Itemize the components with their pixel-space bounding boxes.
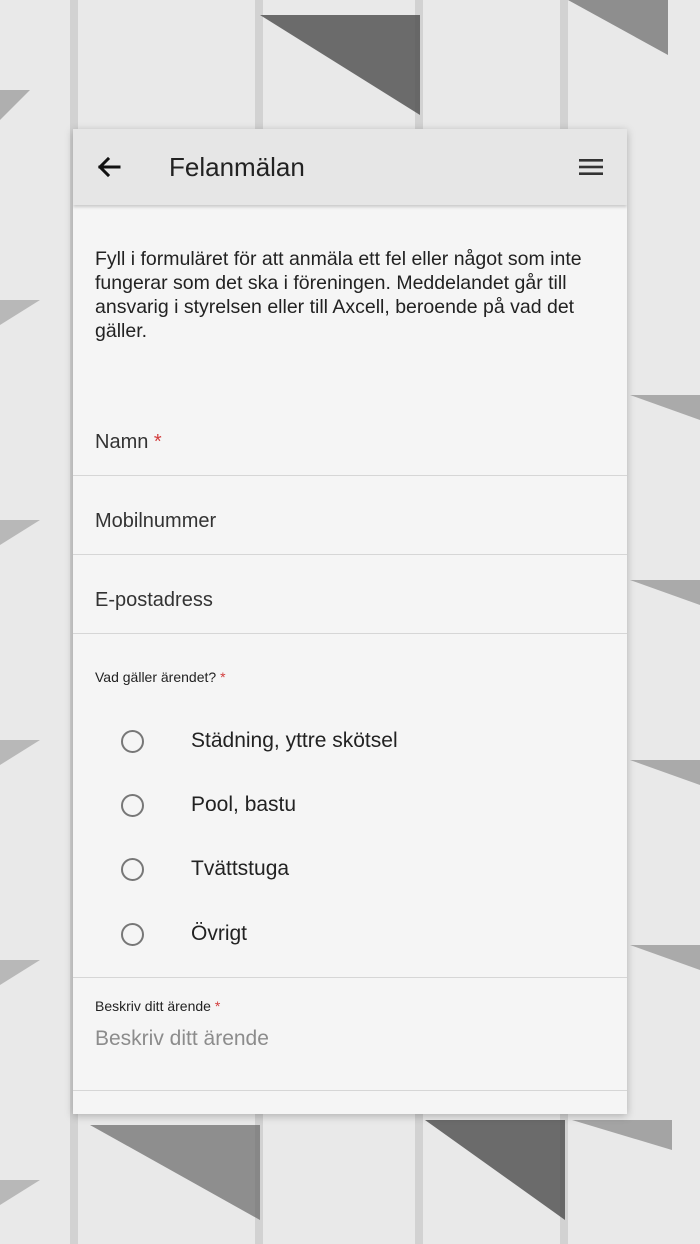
radio-option-cleaning[interactable]: Städning, yttre skötsel <box>119 723 539 763</box>
app-bar: Felanmälan <box>73 129 627 205</box>
background-shadow <box>630 580 700 605</box>
hamburger-menu-icon <box>579 159 603 175</box>
email-input[interactable] <box>73 555 627 633</box>
background-shadow <box>425 1120 565 1220</box>
menu-button[interactable] <box>575 151 607 183</box>
description-textarea[interactable]: Beskriv ditt ärende <box>95 1027 605 1067</box>
radio-circle-icon[interactable] <box>121 858 144 881</box>
page-title: Felanmälan <box>169 152 305 182</box>
background-shadow <box>0 300 40 325</box>
radio-circle-icon[interactable] <box>121 794 144 817</box>
radio-option-laundry[interactable]: Tvättstuga <box>119 851 539 891</box>
radio-label: Tvättstuga <box>191 857 290 880</box>
name-input[interactable] <box>73 397 627 475</box>
back-button[interactable] <box>91 149 127 185</box>
error-report-card: Felanmälan Fyll i formuläret för att anm… <box>73 129 627 1114</box>
description-label: Beskriv ditt ärende * <box>95 998 221 1014</box>
background-shadow <box>0 740 40 765</box>
radio-option-other[interactable]: Övrigt <box>119 916 539 956</box>
background-shadow <box>0 1180 40 1205</box>
background-shadow <box>0 960 40 985</box>
background-shadow <box>630 760 700 785</box>
arrow-left-icon <box>97 156 121 178</box>
radio-circle-icon[interactable] <box>121 730 144 753</box>
background-shadow <box>572 1120 672 1150</box>
phone-field[interactable]: Mobilnummer <box>73 476 627 555</box>
name-field[interactable]: Namn * <box>73 397 627 476</box>
radio-option-pool[interactable]: Pool, bastu <box>119 787 539 827</box>
email-field[interactable]: E-postadress <box>73 555 627 634</box>
radio-label: Övrigt <box>191 922 248 945</box>
background-shadow <box>568 0 668 55</box>
background-shadow <box>0 520 40 545</box>
radio-circle-icon[interactable] <box>121 923 144 946</box>
radio-label: Städning, yttre skötsel <box>191 729 398 752</box>
background-shadow <box>260 15 420 115</box>
required-marker: * <box>220 669 226 685</box>
background-shadow <box>0 90 30 120</box>
background-shadow <box>90 1125 260 1220</box>
background-shadow <box>630 395 700 420</box>
radio-label: Pool, bastu <box>191 793 297 816</box>
divider <box>73 977 627 978</box>
divider <box>73 1090 627 1091</box>
phone-input[interactable] <box>73 476 627 554</box>
category-label: Vad gäller ärendet? * <box>95 669 226 685</box>
background-shadow <box>630 945 700 970</box>
intro-text: Fyll i formuläret för att anmäla ett fel… <box>95 248 582 342</box>
required-marker: * <box>214 998 221 1014</box>
